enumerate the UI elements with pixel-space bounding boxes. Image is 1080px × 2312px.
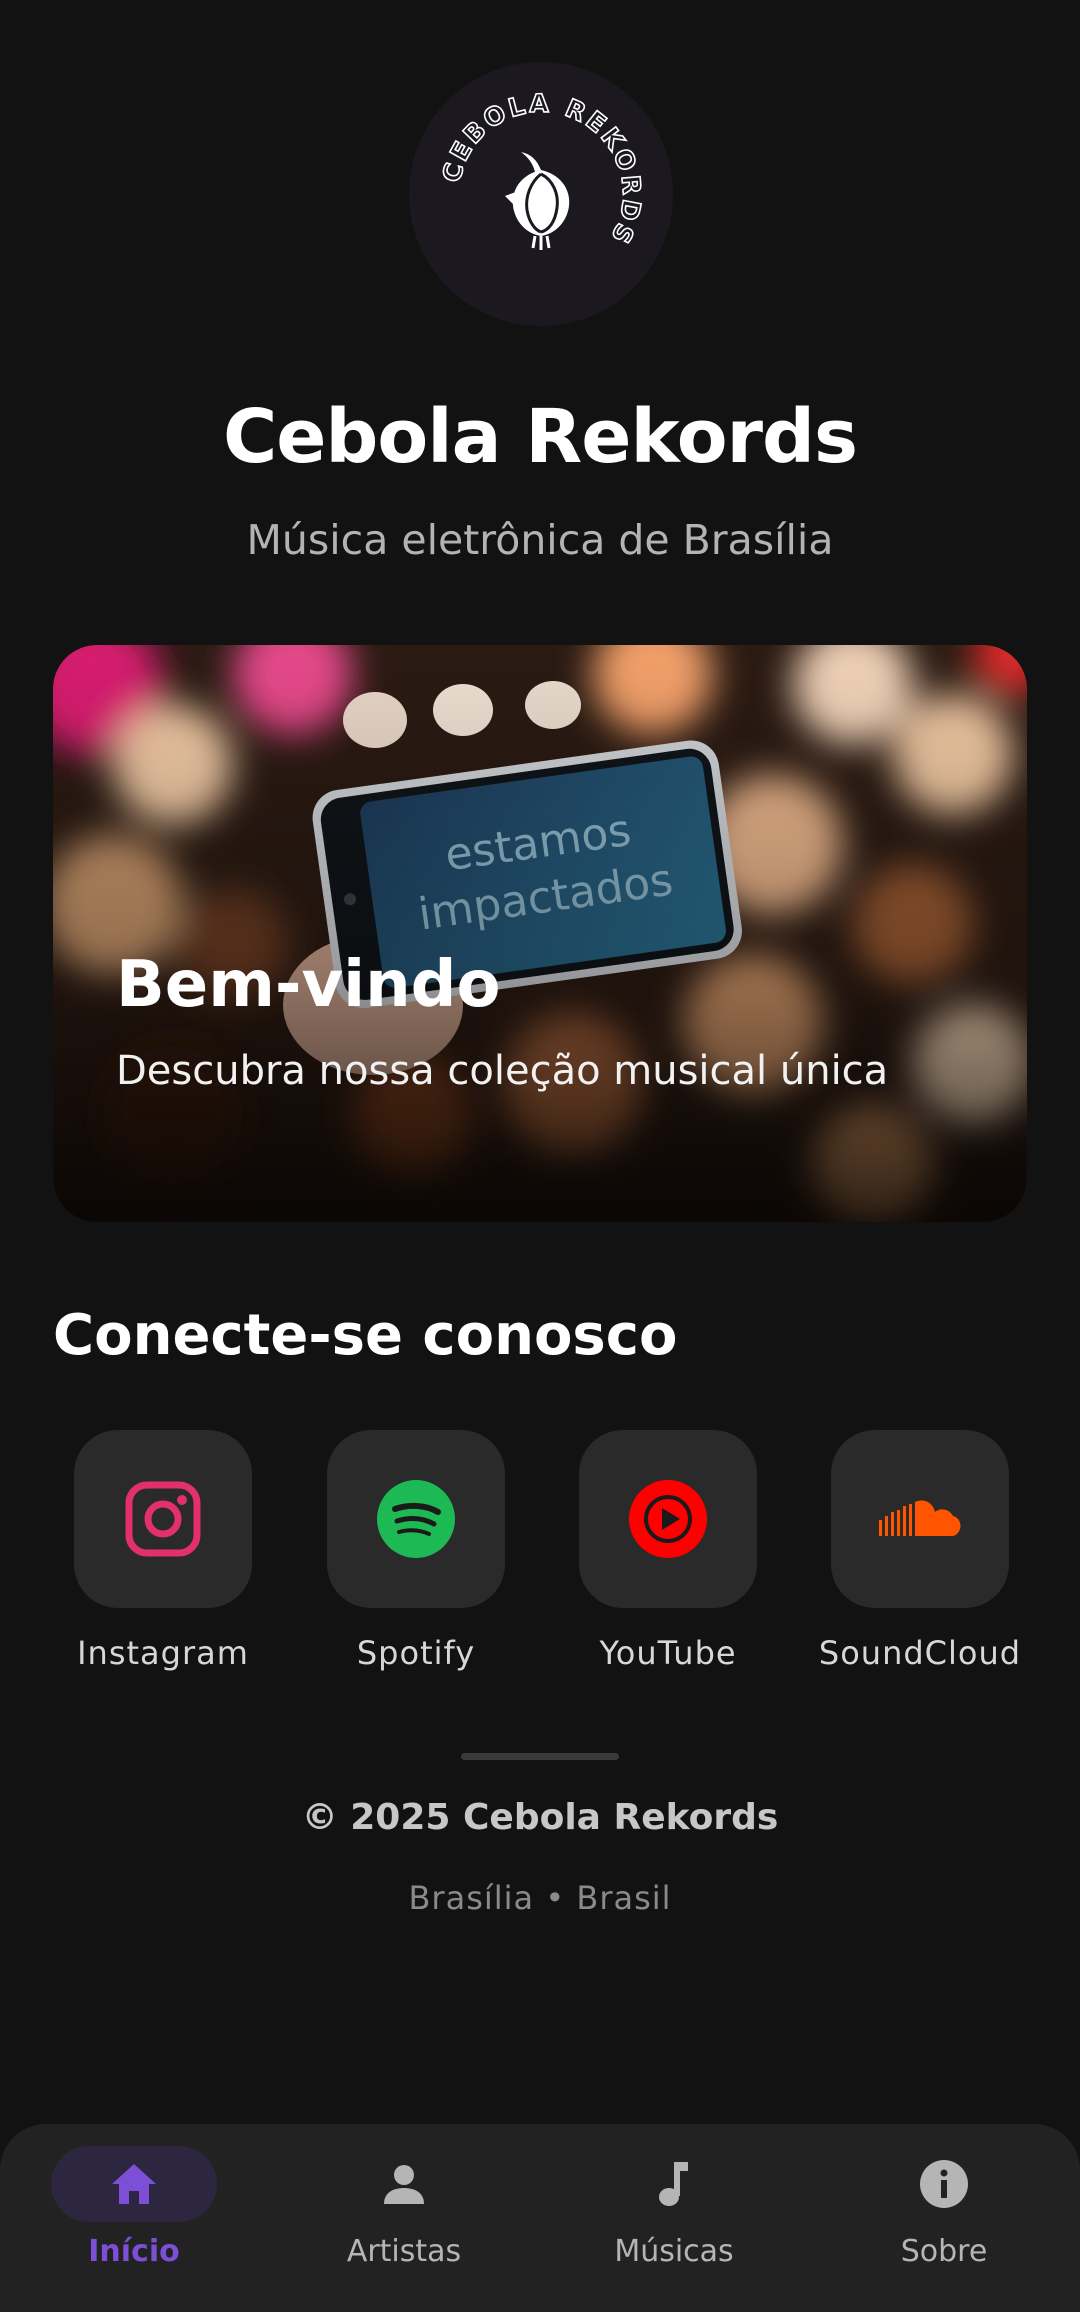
nav-item-sobre[interactable]: Sobre <box>834 2146 1054 2272</box>
footer-divider <box>461 1753 619 1760</box>
nav-icon-wrap <box>861 2146 1027 2222</box>
soundcloud-label: SoundCloud <box>818 1634 1022 1672</box>
instagram-link[interactable]: Instagram <box>38 1430 288 1672</box>
spotify-link[interactable]: Spotify <box>291 1430 541 1672</box>
social-section-title: Conecte-se conosco <box>53 1303 678 1368</box>
nav-label-inicio: Início <box>88 2234 180 2269</box>
logo: CEBOLA REKORDS <box>409 62 673 326</box>
nav-icon-wrap <box>321 2146 487 2222</box>
instagram-label: Instagram <box>77 1634 249 1672</box>
nav-item-musicas[interactable]: Músicas <box>564 2146 784 2272</box>
app-title: Cebola Rekords <box>222 394 858 480</box>
youtube-link[interactable]: YouTube <box>543 1430 793 1672</box>
spotify-tile[interactable] <box>327 1430 505 1608</box>
bottom-navigation: Início Artistas Músicas Sobre <box>0 2124 1080 2312</box>
copyright-text: © 2025 Cebola Rekords <box>301 1797 779 1838</box>
soundcloud-tile[interactable] <box>831 1430 1009 1608</box>
welcome-banner[interactable]: estamos impactados Bem-vindo Descubra no… <box>53 645 1027 1222</box>
home-icon <box>112 2164 156 2204</box>
soundcloud-link[interactable]: SoundCloud <box>795 1430 1045 1672</box>
nav-item-inicio[interactable]: Início <box>24 2146 244 2272</box>
nav-label-musicas: Músicas <box>614 2234 734 2269</box>
instagram-icon <box>125 1481 201 1557</box>
music-note-icon <box>659 2162 688 2206</box>
instagram-tile[interactable] <box>74 1430 252 1608</box>
nav-label-sobre: Sobre <box>900 2234 988 2269</box>
onion-logo-icon: CEBOLA REKORDS <box>436 88 644 251</box>
concert-photo: estamos impactados <box>53 645 1027 1222</box>
youtube-tile[interactable] <box>579 1430 757 1608</box>
spotify-label: Spotify <box>356 1634 476 1672</box>
banner-title: Bem-vindo <box>116 948 501 1022</box>
person-icon <box>384 2165 424 2204</box>
location-text: Brasília • Brasil <box>408 1879 672 1917</box>
banner-subtitle: Descubra nossa coleção musical única <box>116 1048 889 1094</box>
spotify-icon <box>377 1480 455 1558</box>
app-subtitle: Música eletrônica de Brasília <box>246 516 834 564</box>
nav-indicator <box>51 2146 217 2222</box>
youtube-label: YouTube <box>599 1634 737 1672</box>
soundcloud-icon <box>879 1500 961 1536</box>
nav-icon-wrap <box>591 2146 757 2222</box>
nav-item-artistas[interactable]: Artistas <box>294 2146 514 2272</box>
info-icon <box>920 2160 968 2208</box>
nav-label-artistas: Artistas <box>346 2234 462 2269</box>
youtube-icon <box>629 1480 707 1558</box>
